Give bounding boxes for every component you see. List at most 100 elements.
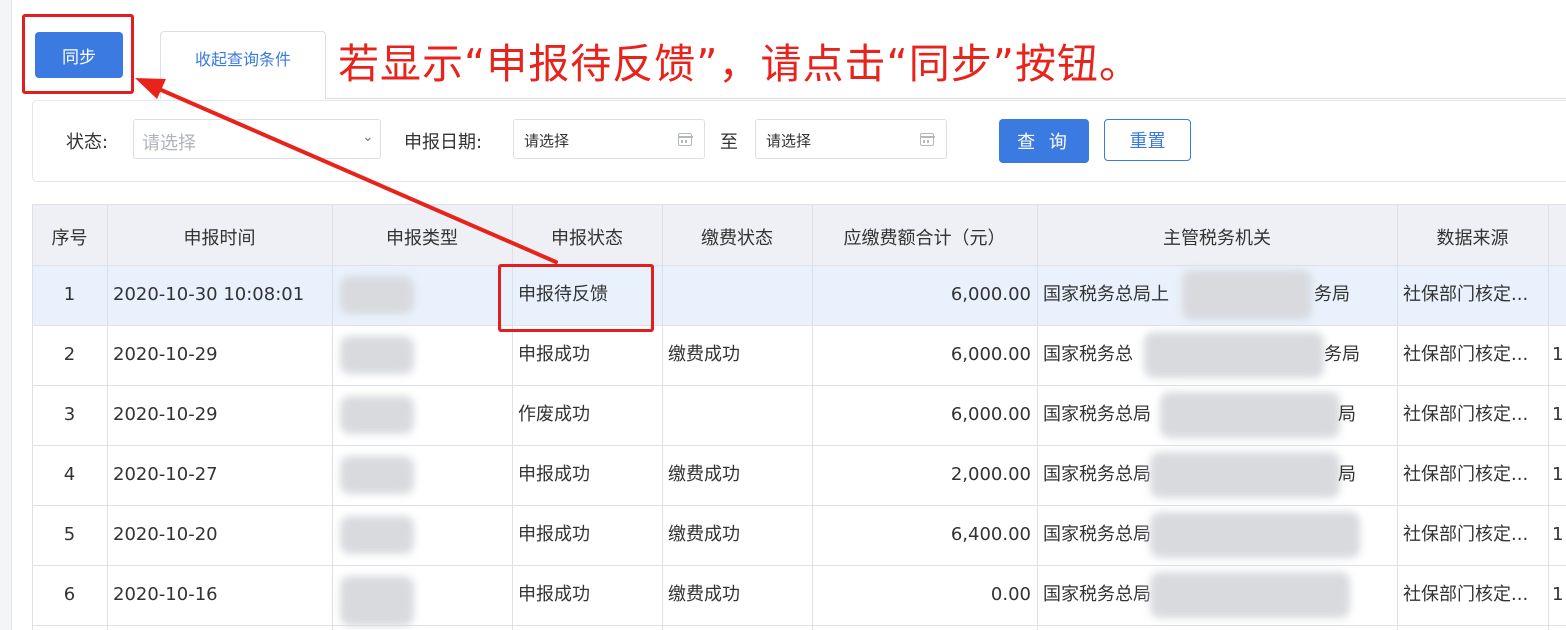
date-end-placeholder: 请选择 (766, 132, 812, 150)
date-start-input[interactable]: 请选择 (513, 119, 705, 159)
calendar-icon (919, 133, 935, 146)
table-border (32, 445, 1566, 446)
table-border (32, 505, 1566, 506)
redacted-declare-type (340, 456, 414, 494)
redacted-declare-type (340, 576, 414, 626)
cell-tax-office-suffix: 局 (1338, 404, 1356, 425)
cell-no: 1 (63, 284, 76, 305)
cell-tax-office: 国家税务总局 (1043, 524, 1151, 545)
cell-data-source: 社保部门核定... (1403, 524, 1529, 545)
cell-no: 3 (63, 404, 76, 425)
reset-button[interactable]: 重置 (1104, 119, 1191, 161)
pending-status-highlight (498, 264, 654, 332)
tab-collapse-filters[interactable]: 收起查询条件 (160, 31, 326, 99)
column-header-declare-status: 申报状态 (551, 228, 623, 249)
table-border (32, 204, 1566, 205)
cell-declare-status: 申报成功 (518, 344, 590, 365)
query-button[interactable]: 查 询 (999, 119, 1089, 163)
cell-overflow: 1 (1552, 344, 1564, 365)
redacted-tax-office (1150, 452, 1340, 498)
cell-overflow: 1 (1552, 524, 1564, 545)
redacted-declare-type (340, 336, 414, 374)
table-border (1548, 204, 1549, 630)
date-end-input[interactable]: 请选择 (755, 119, 947, 159)
chevron-down-icon: ⌄ (362, 129, 374, 145)
cell-tax-office-suffix: 务局 (1324, 344, 1360, 365)
cell-no: 6 (63, 584, 76, 605)
cell-declare-status: 申报成功 (518, 524, 590, 545)
cell-amount: 6,400.00 (950, 524, 1031, 545)
cell-tax-office: 国家税务总局 (1043, 464, 1151, 485)
cell-amount: 2,000.00 (950, 464, 1031, 485)
cell-declare-time: 2020-10-30 10:08:01 (113, 284, 305, 305)
table-border (1037, 204, 1038, 630)
table-border (107, 204, 108, 630)
cell-declare-time: 2020-10-20 (113, 524, 218, 545)
cell-tax-office-suffix: 局 (1338, 464, 1356, 485)
column-header-tax-office: 主管税务机关 (1163, 228, 1271, 249)
cell-pay-status: 缴费成功 (668, 524, 740, 545)
declare-date-label: 申报日期: (404, 132, 483, 153)
cell-tax-office: 国家税务总局 (1043, 584, 1151, 605)
cell-amount: 6,000.00 (950, 344, 1031, 365)
column-header-declare-time: 申报时间 (183, 228, 256, 249)
calendar-icon (677, 133, 693, 146)
date-range-separator: 至 (720, 132, 738, 153)
cell-declare-status: 申报成功 (518, 584, 590, 605)
cell-declare-time: 2020-10-16 (113, 584, 218, 605)
cell-declare-status: 作废成功 (518, 404, 590, 425)
instruction-annotation: 若显示“申报待反馈”，请点击“同步”按钮。 (338, 40, 1141, 88)
page-left-edge (0, 0, 12, 630)
cell-declare-time: 2020-10-27 (113, 464, 218, 485)
table-border (32, 265, 1566, 266)
cell-data-source: 社保部门核定... (1403, 584, 1529, 605)
redacted-tax-office (1160, 392, 1340, 438)
cell-tax-office: 国家税务总局上 (1043, 284, 1169, 305)
cell-pay-status: 缴费成功 (668, 464, 740, 485)
redacted-declare-type (340, 396, 414, 434)
column-header-amount-total: 应缴费额合计（元） (843, 228, 1006, 249)
column-header-data-source: 数据来源 (1436, 228, 1509, 249)
cell-data-source: 社保部门核定... (1403, 404, 1529, 425)
cell-amount: 0.00 (990, 584, 1031, 605)
cell-overflow: 1 (1552, 464, 1564, 485)
cell-data-source: 社保部门核定... (1403, 464, 1529, 485)
redacted-tax-office (1144, 332, 1324, 378)
cell-tax-office-suffix: 务局 (1314, 284, 1350, 305)
table-border (32, 385, 1566, 386)
cell-no: 5 (63, 524, 76, 545)
cell-declare-time: 2020-10-29 (113, 344, 218, 365)
column-header-no: 序号 (51, 228, 88, 249)
cell-overflow: 1 (1552, 584, 1564, 605)
sync-button-highlight (22, 14, 134, 94)
redacted-tax-office (1150, 512, 1360, 558)
status-filter-label: 状态: (66, 132, 109, 153)
status-select[interactable]: 请选择 ⌄ (133, 119, 381, 159)
tab-collapse-filters-label: 收起查询条件 (194, 50, 291, 69)
cell-no: 2 (63, 344, 76, 365)
cell-no: 4 (63, 464, 76, 485)
table-border (32, 325, 1566, 326)
table-border (662, 204, 663, 630)
cell-pay-status: 缴费成功 (668, 344, 740, 365)
status-select-placeholder: 请选择 (142, 133, 196, 154)
cell-data-source: 社保部门核定... (1403, 284, 1529, 305)
cell-data-source: 社保部门核定... (1403, 344, 1529, 365)
cell-amount: 6,000.00 (950, 404, 1031, 425)
redacted-declare-type (340, 516, 414, 554)
cell-tax-office: 国家税务总局 (1043, 404, 1151, 425)
date-start-placeholder: 请选择 (524, 132, 570, 150)
table-border (332, 204, 333, 630)
table-border (32, 625, 1566, 626)
cell-declare-status: 申报成功 (518, 464, 590, 485)
cell-declare-time: 2020-10-29 (113, 404, 218, 425)
cell-amount: 6,000.00 (950, 284, 1031, 305)
table-border (32, 565, 1566, 566)
table-border (1397, 204, 1398, 630)
column-header-declare-type: 申报类型 (386, 228, 458, 249)
redacted-tax-office (1150, 572, 1350, 618)
cell-pay-status: 缴费成功 (668, 584, 740, 605)
declaration-table: 序号 申报时间 申报类型 申报状态 缴费状态 应缴费额合计（元） 主管税务机关 … (32, 204, 1566, 630)
declaration-records-page: 同步 收起查询条件 若显示“申报待反馈”，请点击“同步”按钮。 状态: 请选择 … (0, 0, 1566, 630)
cell-tax-office: 国家税务总 (1043, 344, 1133, 365)
